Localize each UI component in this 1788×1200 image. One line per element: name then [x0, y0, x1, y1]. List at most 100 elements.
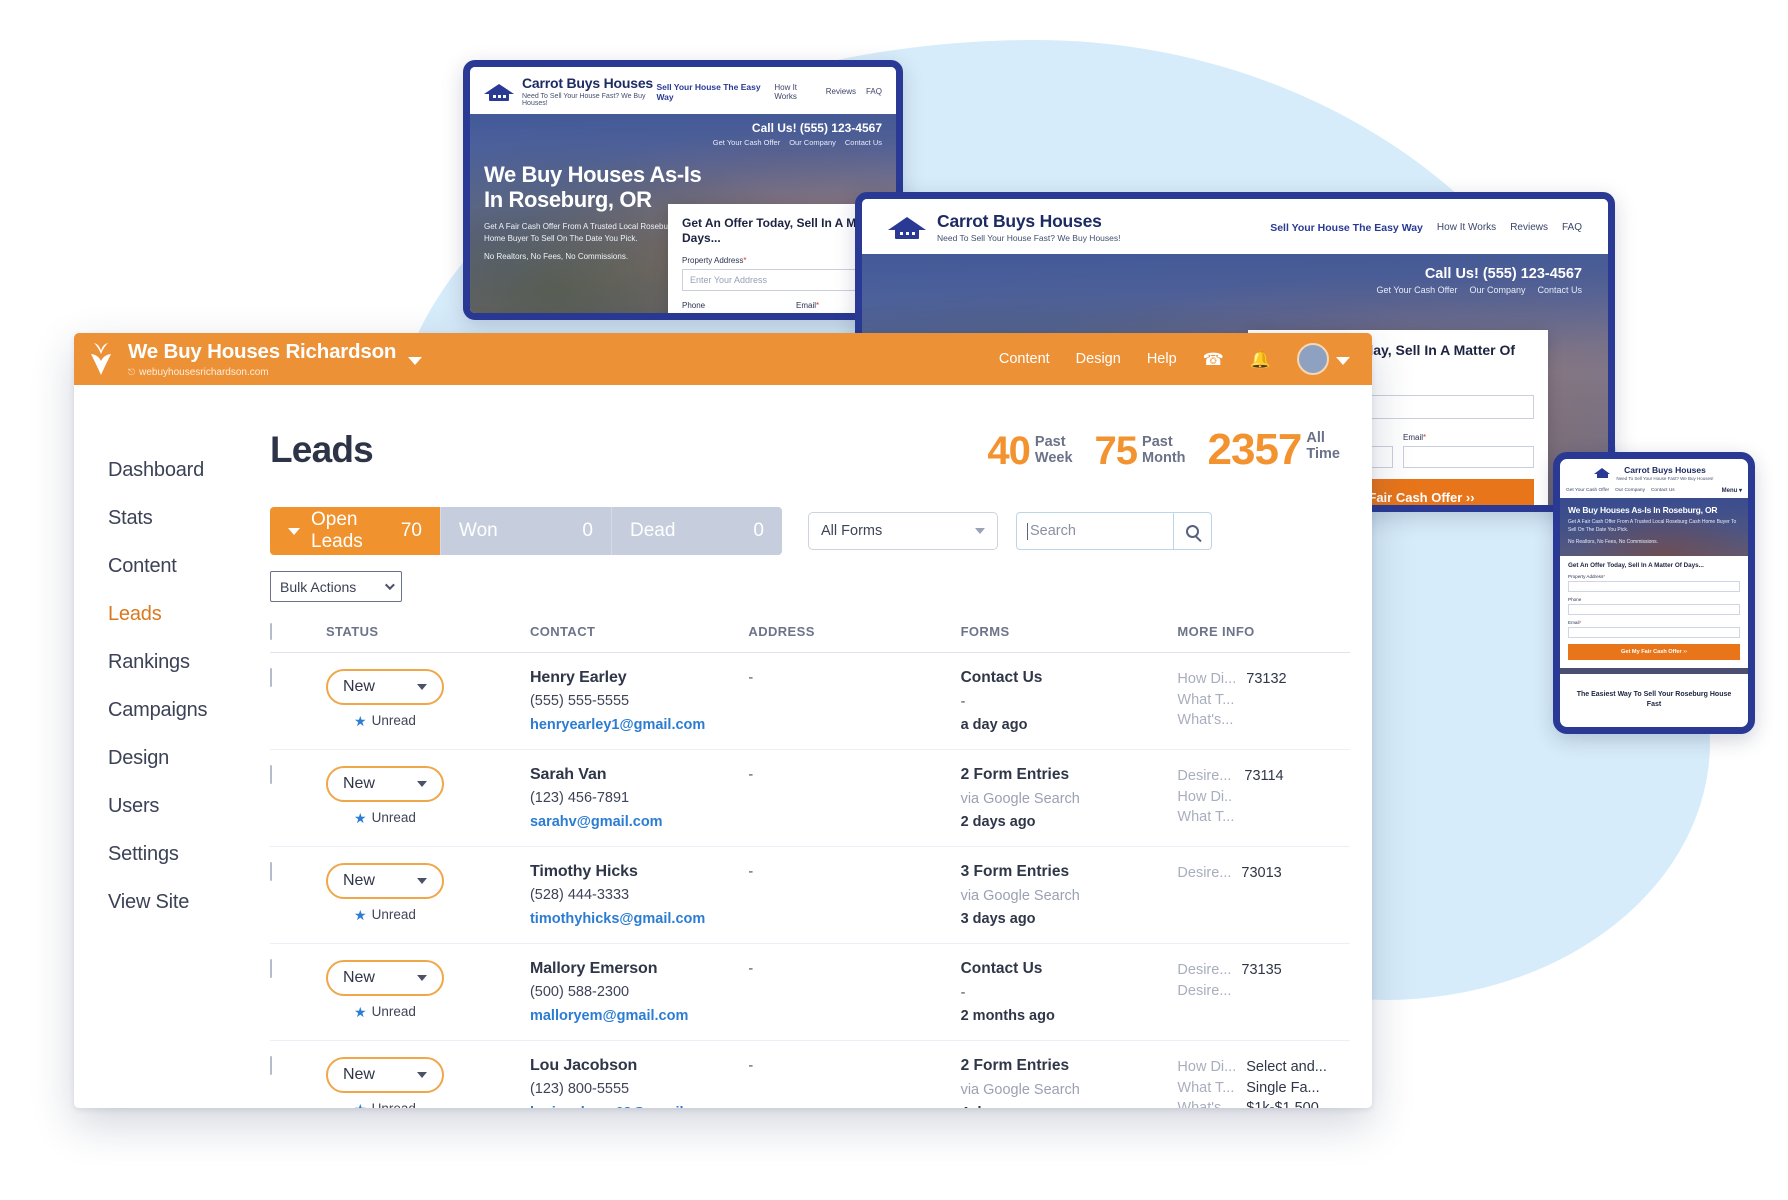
- contact-email[interactable]: malloryem@gmail.com: [530, 1008, 748, 1024]
- account-menu[interactable]: [1297, 343, 1350, 375]
- contact-email[interactable]: loujacobson63@gmail.com: [530, 1105, 748, 1108]
- tab-dead[interactable]: Dead 0: [611, 507, 782, 555]
- sidebar-item-view-site[interactable]: View Site: [108, 891, 270, 914]
- carrot-logo-icon[interactable]: [74, 342, 128, 376]
- status-select[interactable]: New: [325, 766, 444, 802]
- topnav-item-design[interactable]: Design: [1076, 351, 1121, 367]
- tab-dead-label: Dead: [630, 520, 676, 541]
- mobile-brand: Carrot Buys Houses Need To Sell Your Hou…: [1568, 465, 1740, 481]
- topnav-item-help[interactable]: Help: [1147, 351, 1177, 367]
- contact-email[interactable]: sarahv@gmail.com: [530, 814, 748, 830]
- caret-down-icon: [975, 528, 985, 534]
- row-checkbox[interactable]: [270, 1056, 272, 1075]
- contact-email[interactable]: timothyhicks@gmail.com: [530, 911, 748, 927]
- caret-down-icon: [288, 527, 300, 535]
- bulk-actions-select[interactable]: Bulk Actions: [270, 571, 402, 602]
- caret-down-icon: [416, 975, 427, 981]
- more-info-values: 73132: [1246, 671, 1287, 687]
- table-row: New ★ Unread Mallory Emerson (500) 588-2…: [270, 943, 1350, 1041]
- carrot-dashboard-window: We Buy Houses Richardson ⎋ webuyhousesri…: [74, 333, 1372, 1108]
- mockup-a-h1-line1: We Buy Houses As-Is: [484, 162, 702, 188]
- leads-table-head: STATUS CONTACT ADDRESS FORMS MORE INFO: [270, 623, 1350, 653]
- status-select[interactable]: New: [325, 1057, 444, 1093]
- row-contact-cell: Henry Earley (555) 555-5555 henryearley1…: [529, 652, 749, 750]
- chevron-down-icon[interactable]: [1336, 357, 1350, 365]
- tab-open-leads-count: 70: [400, 520, 422, 541]
- mobile-cta-button: Get My Fair Cash Offer ››: [1568, 644, 1740, 661]
- bell-icon[interactable]: 🔔: [1250, 351, 1271, 368]
- unread-badge: ★ Unread: [354, 712, 416, 729]
- row-forms-cell: 3 Form Entries via Google Search 3 days …: [960, 846, 1178, 944]
- mobile-hero: We Buy Houses As-Is In Roseburg, OR Get …: [1560, 498, 1748, 557]
- contact-name: Timothy Hicks: [529, 863, 638, 880]
- form-title: 2 Form Entries: [960, 1057, 1070, 1074]
- mobile-brand-tagline: Need To Sell Your House Fast? We Buy Hou…: [1616, 476, 1714, 481]
- sidebar-item-users[interactable]: Users: [108, 795, 270, 818]
- row-checkbox[interactable]: [270, 765, 272, 784]
- caret-down-icon: [416, 878, 427, 884]
- bulk-actions-label: Bulk Actions: [280, 578, 357, 595]
- mobile-sublinks: Get Your Cash Offer Our Company Contact …: [1560, 485, 1748, 498]
- row-more-info-cell: Desire... 73013: [1177, 846, 1350, 944]
- status-select[interactable]: New: [325, 960, 444, 996]
- tab-open-leads[interactable]: Open Leads 70: [270, 507, 440, 555]
- mobile-link-1: Our Company: [1615, 488, 1645, 493]
- unread-badge: ★ Unread: [354, 809, 416, 826]
- form-title: 2 Form Entries: [960, 766, 1070, 783]
- status-select[interactable]: New: [325, 863, 444, 899]
- contact-phone: (555) 555-5555: [529, 693, 630, 709]
- forms-filter-select[interactable]: All Forms: [808, 512, 998, 550]
- status-value: New: [342, 678, 375, 695]
- star-icon: ★: [354, 809, 367, 826]
- row-status-cell: New ★ Unread: [325, 1040, 530, 1108]
- star-icon: ★: [354, 1003, 367, 1020]
- site-url: ⎋ webuyhousesrichardson.com: [128, 367, 269, 378]
- chevron-down-icon: [384, 580, 395, 591]
- mockup-a-hero: Call Us! (555) 123-4567 Get Your Cash Of…: [470, 114, 896, 313]
- site-switcher[interactable]: We Buy Houses Richardson ⎋ webuyhousesri…: [128, 340, 423, 378]
- form-timestamp: 2 days ago: [960, 814, 1036, 830]
- avatar[interactable]: [1297, 343, 1329, 375]
- sidebar-item-design[interactable]: Design: [108, 747, 270, 770]
- row-forms-cell: Contact Us - 2 months ago: [960, 943, 1178, 1041]
- row-checkbox[interactable]: [270, 668, 272, 687]
- mockup-a-phone: Call Us! (555) 123-4567: [751, 121, 882, 136]
- search-button[interactable]: [1174, 512, 1212, 550]
- mockup-a-nav: Sell Your House The Easy Way How It Work…: [656, 82, 882, 102]
- row-address-cell: -: [748, 943, 961, 1041]
- form-source: -: [960, 985, 966, 1001]
- column-header-status: STATUS: [325, 624, 530, 653]
- phone-icon[interactable]: ☎: [1203, 351, 1224, 368]
- page-title: Leads: [270, 429, 374, 470]
- mockup-b-brand-tagline: Need To Sell Your House Fast? We Buy Hou…: [937, 233, 1121, 244]
- tab-won[interactable]: Won 0: [440, 507, 611, 555]
- column-header-more-info: MORE INFO: [1177, 624, 1350, 653]
- contact-email[interactable]: henryearley1@gmail.com: [530, 717, 748, 733]
- contact-phone: (500) 588-2300: [529, 984, 630, 1000]
- row-address-cell: -: [748, 652, 961, 750]
- row-select-cell: [270, 652, 326, 750]
- column-header-contact: CONTACT: [529, 624, 749, 653]
- topnav-item-content[interactable]: Content: [999, 351, 1050, 367]
- select-all-checkbox[interactable]: [270, 623, 272, 640]
- form-timestamp: 4 days ago: [961, 1105, 1178, 1108]
- mockup-a-nav-2: Reviews: [825, 87, 856, 97]
- search-input[interactable]: Search: [1016, 512, 1174, 550]
- sidebar-item-campaigns[interactable]: Campaigns: [108, 699, 270, 722]
- status-select[interactable]: New: [325, 669, 444, 705]
- sidebar-item-stats[interactable]: Stats: [108, 507, 270, 530]
- mockup-a-brand-title: Carrot Buys Houses: [522, 75, 653, 91]
- sidebar-item-dashboard[interactable]: Dashboard: [108, 459, 270, 482]
- contact-name: Henry Earley: [529, 669, 627, 686]
- mockup-b-phone: Call Us! (555) 123-4567: [1424, 266, 1582, 283]
- chevron-down-icon[interactable]: [408, 357, 423, 365]
- sidebar-item-rankings[interactable]: Rankings: [108, 651, 270, 674]
- external-link-icon: ⎋: [128, 367, 136, 377]
- sidebar-item-settings[interactable]: Settings: [108, 843, 270, 866]
- row-contact-cell: Mallory Emerson (500) 588-2300 malloryem…: [529, 943, 749, 1041]
- row-checkbox[interactable]: [270, 959, 272, 978]
- row-checkbox[interactable]: [270, 862, 272, 881]
- sidebar-item-content[interactable]: Content: [108, 555, 270, 578]
- sidebar-item-leads[interactable]: Leads: [108, 603, 270, 626]
- mockup-a-sublink-0: Get Your Cash Offer: [712, 138, 781, 148]
